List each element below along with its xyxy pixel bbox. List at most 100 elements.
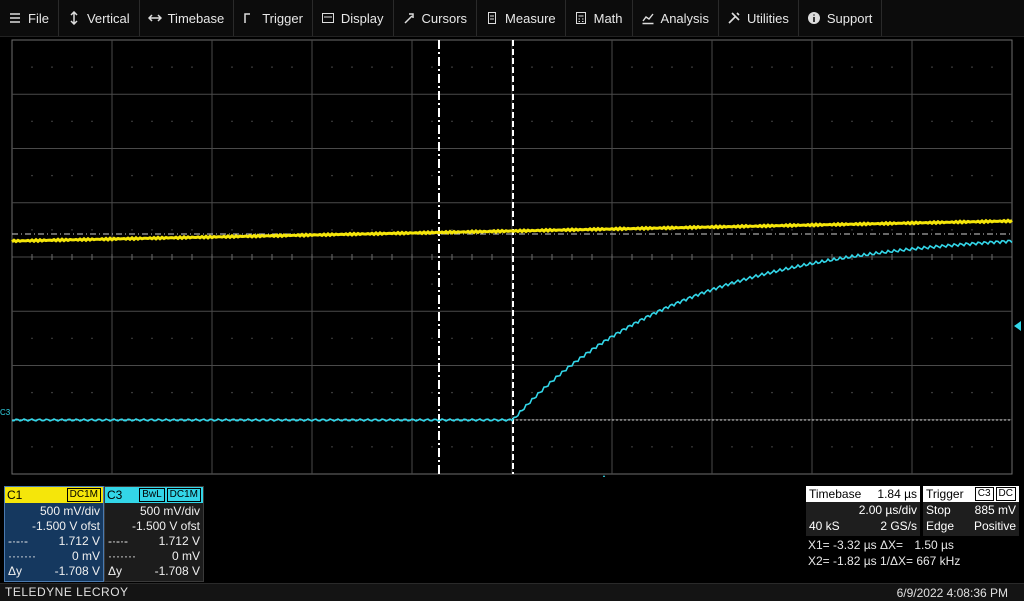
grid-dot	[71, 174, 73, 177]
date-time: 6/9/2022 4:08:36 PM	[896, 586, 1008, 600]
grid-dot	[631, 283, 633, 285]
timebase-tdiv-row: 2.00 µs/div	[806, 502, 920, 518]
grid-dot	[931, 229, 933, 231]
grid-dot	[891, 446, 893, 448]
c1-vdiv: 500 mV/div	[39, 503, 100, 518]
grid-dot	[91, 391, 93, 394]
trigger-descriptor-box[interactable]: Trigger C3 DC Stop 885 mV Edge Positive	[923, 486, 1019, 536]
trigger-label: Trigger	[926, 487, 964, 501]
grid-dot	[691, 120, 693, 123]
grid-dot	[631, 337, 633, 340]
timebase-descriptor-box[interactable]: Timebase 1.84 µs 2.00 µs/div 40 kS 2 GS/…	[806, 486, 920, 536]
grid-dot	[171, 391, 173, 394]
trigger-edge-icon	[244, 13, 251, 23]
c1-name: C1	[7, 488, 23, 502]
dash-dot-line-icon: -·-·-	[8, 533, 28, 548]
analysis-chart-icon	[641, 13, 654, 25]
grid-dot	[771, 174, 773, 177]
grid-dot	[51, 337, 53, 340]
grid-dot	[131, 229, 133, 231]
grid-dot	[391, 283, 393, 285]
c3-vdiv: 500 mV/div	[139, 503, 200, 518]
c3-descriptor-box[interactable]: C3 BwL DC1M 500 mV/div -1.500 V ofst -·-…	[104, 486, 204, 582]
c1-y1: 1.712 V	[58, 533, 100, 548]
grid-dot	[571, 337, 573, 340]
grid-dot	[131, 446, 133, 448]
cursor-dx: 1.50 µs	[914, 538, 954, 552]
c3-vdiv-row: 500 mV/div	[105, 503, 203, 518]
trigger-coupling-badge: DC	[995, 487, 1016, 501]
grid-dot	[831, 174, 833, 177]
grid-dot	[291, 446, 293, 448]
grid-dot	[371, 283, 373, 285]
grid-dot	[471, 446, 473, 448]
grid-dot	[991, 391, 993, 394]
c1-y1-row: -·-·- 1.712 V	[5, 533, 103, 548]
grid-dot	[71, 337, 73, 340]
grid-dot	[331, 174, 333, 177]
grid-dot	[431, 283, 433, 285]
grid-dot	[971, 66, 973, 68]
grid-dot	[31, 120, 33, 123]
grid-dot	[771, 120, 773, 123]
c1-offset-row: -1.500 V ofst	[5, 518, 103, 533]
menu-vertical[interactable]: Vertical	[59, 0, 140, 36]
grid-dot	[771, 337, 773, 340]
grid-dot	[591, 66, 593, 68]
grid-dot	[371, 66, 373, 68]
menu-timebase-label: Timebase	[167, 10, 225, 26]
grid-dot	[471, 283, 473, 285]
grid-dot	[791, 66, 793, 68]
timebase-tdiv: 2.00 µs/div	[858, 503, 917, 517]
grid-dot	[991, 174, 993, 177]
grid-dot	[591, 283, 593, 285]
grid-dot	[231, 66, 233, 68]
grid-dot	[891, 174, 893, 177]
grid-dot	[251, 174, 253, 177]
grid-dot	[351, 446, 353, 448]
grid-dot	[791, 283, 793, 285]
grid-dot	[391, 337, 393, 340]
grid-dot	[671, 446, 673, 448]
grid-dot	[231, 446, 233, 448]
grid-dot	[971, 283, 973, 285]
menu-trigger[interactable]: Trigger	[234, 0, 313, 36]
grid-dot	[351, 337, 353, 340]
grid-dot	[371, 446, 373, 448]
menu-measure[interactable]: Measure	[477, 0, 566, 36]
grid-dot	[851, 337, 853, 340]
grid-dot	[91, 229, 93, 231]
grid-dot	[751, 391, 753, 394]
menu-support[interactable]: Support	[799, 0, 883, 36]
grid-dot	[151, 66, 153, 68]
menu-display[interactable]: Display	[313, 0, 394, 36]
tools-icon	[728, 12, 740, 24]
grid-dot	[731, 283, 733, 285]
c3-dy-label: Δy	[108, 563, 123, 578]
timebase-rate: 2 GS/s	[880, 519, 917, 533]
waveform-display[interactable]: C3	[0, 37, 1024, 477]
grid-dot	[331, 446, 333, 448]
menu-math[interactable]: Math	[566, 0, 633, 36]
grid-dot	[271, 337, 273, 340]
grid-dot	[151, 283, 153, 285]
grid-dot	[691, 283, 693, 285]
grid-dot	[951, 229, 953, 231]
menu-timebase[interactable]: Timebase	[140, 0, 235, 36]
grid-dot	[331, 120, 333, 123]
menu-cursors[interactable]: Cursors	[394, 0, 478, 36]
grid-dot	[771, 446, 773, 448]
grid-dot	[931, 337, 933, 340]
c1-descriptor-box[interactable]: C1 DC1M 500 mV/div -1.500 V ofst -·-·- 1.…	[4, 486, 104, 582]
menu-utilities[interactable]: Utilities	[719, 0, 799, 36]
dash-dot-line-icon: -·-·-	[108, 533, 128, 548]
menu-file[interactable]: File	[0, 0, 59, 36]
menu-analysis[interactable]: Analysis	[633, 0, 719, 36]
grid-dot	[91, 337, 93, 340]
grid-dot	[931, 174, 933, 177]
grid-dot	[771, 66, 773, 68]
grid-dot	[371, 174, 373, 177]
grid-dot	[531, 283, 533, 285]
c3-y1-row: -·-·- 1.712 V	[105, 533, 203, 548]
cursor-x2: X2= -1.82 µs 1/ΔX= 667 kHz	[808, 554, 961, 568]
